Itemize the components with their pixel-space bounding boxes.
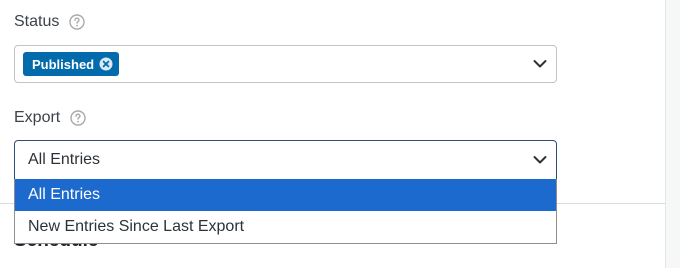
export-option-new-entries[interactable]: New Entries Since Last Export xyxy=(15,211,556,243)
export-option-all-entries[interactable]: All Entries xyxy=(15,179,556,211)
status-select[interactable]: Published xyxy=(14,45,557,83)
question-circle-icon[interactable] xyxy=(70,110,86,126)
status-label-text: Status xyxy=(14,13,60,30)
export-field-label: Export xyxy=(14,108,86,128)
chevron-down-icon[interactable] xyxy=(533,154,547,166)
status-chip-label: Published xyxy=(32,56,95,72)
export-label-text: Export xyxy=(14,109,61,126)
question-circle-icon[interactable] xyxy=(69,14,86,30)
export-selected-value: All Entries xyxy=(28,151,101,168)
side-panel-edge xyxy=(665,0,680,268)
chevron-down-icon[interactable] xyxy=(533,58,547,70)
status-chip-published: Published xyxy=(23,52,120,76)
status-field-label: Status xyxy=(14,12,86,32)
remove-x-icon[interactable] xyxy=(99,57,113,71)
export-select[interactable]: All Entries xyxy=(14,140,557,180)
export-dropdown-list: All Entries New Entries Since Last Expor… xyxy=(14,179,557,244)
